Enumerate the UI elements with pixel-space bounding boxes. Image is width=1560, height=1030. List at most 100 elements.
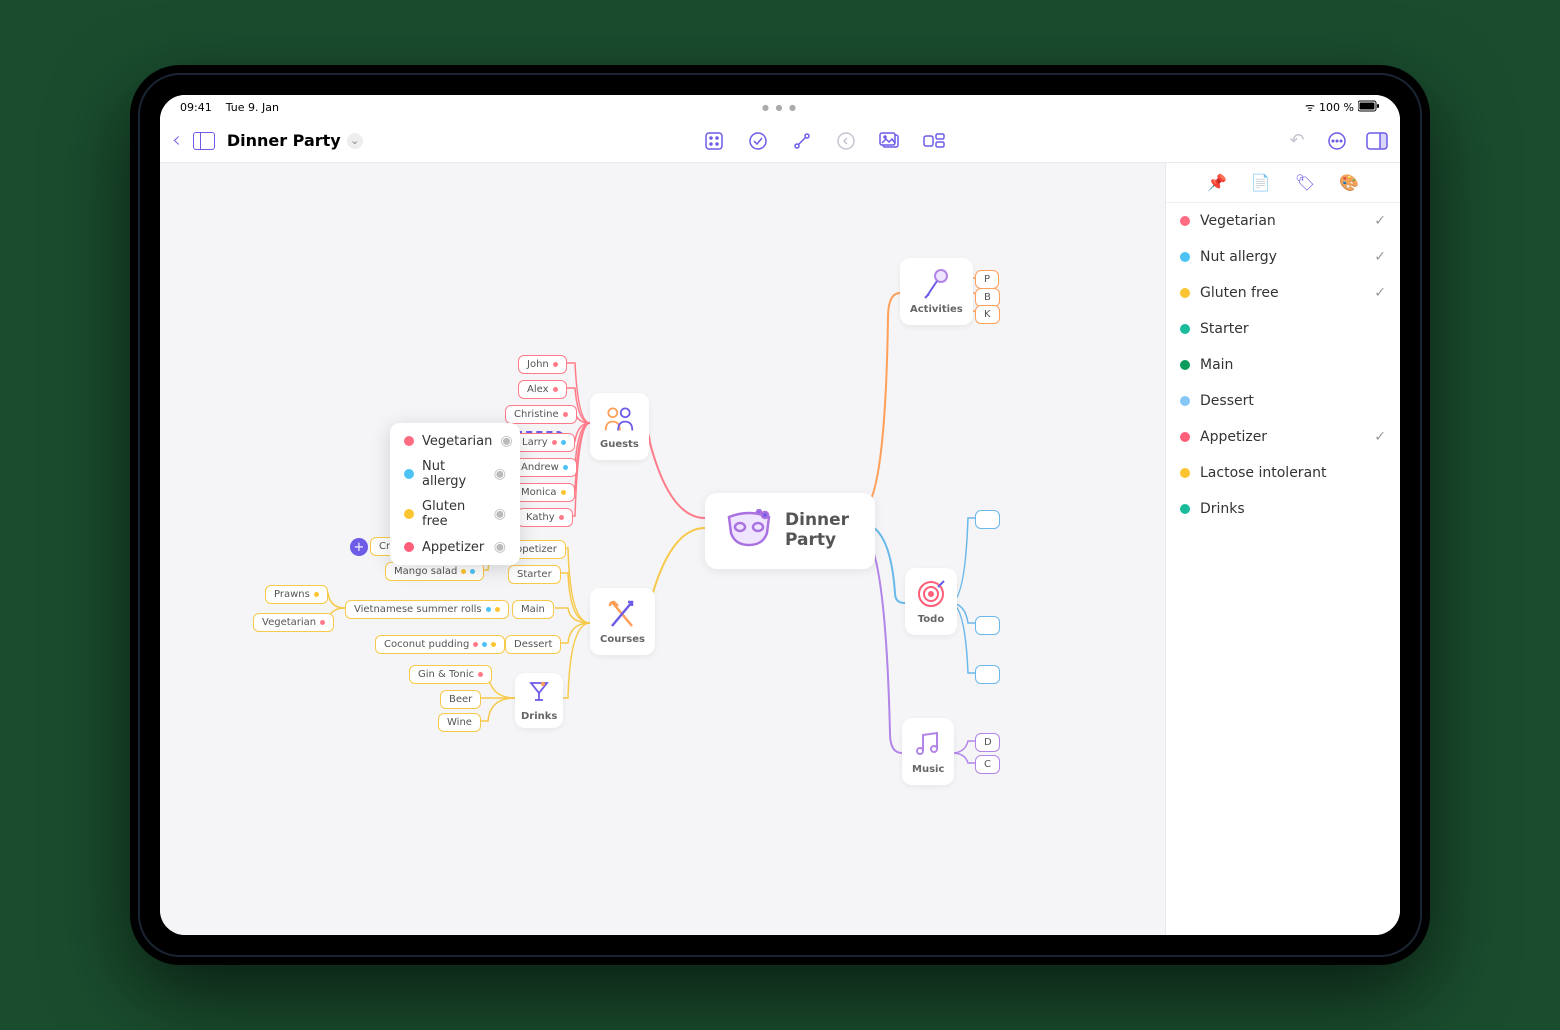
chevron-down-icon[interactable]: ⌄ xyxy=(347,133,363,149)
food-prawns[interactable]: Prawns xyxy=(265,585,328,604)
eye-icon[interactable]: ◉ xyxy=(494,506,506,522)
connection-lines xyxy=(160,163,1165,935)
activity-1[interactable]: P xyxy=(975,270,999,289)
tag-dessert[interactable]: Dessert xyxy=(1166,383,1400,419)
status-time-date: 09:41 Tue 9. Jan xyxy=(180,101,279,114)
todo-item-3[interactable] xyxy=(975,665,1000,684)
panel-tabs: 📌 📄 🏷 🎨 xyxy=(1166,163,1400,203)
content-area: Dinner Party Guests John Alex Christine … xyxy=(160,163,1400,935)
todo-label: Todo xyxy=(918,614,944,625)
activities-node[interactable]: Activities xyxy=(900,258,973,325)
music-item-1[interactable]: D xyxy=(975,733,1000,752)
tag-drinks[interactable]: Drinks xyxy=(1166,491,1400,527)
wifi-icon: ᯤ xyxy=(1305,100,1315,115)
drink-beer[interactable]: Beer xyxy=(440,690,481,709)
eye-icon[interactable]: ◉ xyxy=(494,539,506,555)
course-dessert[interactable]: Dessert xyxy=(505,635,561,654)
tag-popup[interactable]: Vegetarian◉ Nut allergy◉ Gluten free◉ Ap… xyxy=(390,423,520,565)
center-node[interactable]: Dinner Party xyxy=(705,493,875,569)
todo-item-1[interactable] xyxy=(975,510,1000,529)
activities-label: Activities xyxy=(910,304,963,315)
multitask-dots-icon: ● ● ● xyxy=(762,103,798,112)
battery-text: 100 % xyxy=(1319,101,1354,114)
mind-map-canvas[interactable]: Dinner Party Guests John Alex Christine … xyxy=(160,163,1165,935)
guest-kathy[interactable]: Kathy xyxy=(517,508,573,527)
todo-node[interactable]: Todo xyxy=(905,568,957,635)
add-node-button[interactable]: + xyxy=(350,538,368,556)
course-starter[interactable]: Starter xyxy=(508,565,561,584)
tag-lactose[interactable]: Lactose intolerant xyxy=(1166,455,1400,491)
target-icon xyxy=(915,578,947,610)
layout-icon[interactable] xyxy=(923,130,945,152)
status-time: 09:41 xyxy=(180,101,212,114)
popup-vegetarian[interactable]: Vegetarian◉ xyxy=(404,433,506,449)
music-node[interactable]: Music xyxy=(902,718,954,785)
mic-icon xyxy=(920,268,952,300)
focus-icon[interactable] xyxy=(703,130,725,152)
popup-nut[interactable]: Nut allergy◉ xyxy=(404,459,506,489)
guest-christine[interactable]: Christine xyxy=(505,405,577,424)
check-circle-icon[interactable] xyxy=(747,130,769,152)
undo-icon[interactable]: ↶ xyxy=(1286,130,1308,152)
tag-vegetarian[interactable]: Vegetarian✓ xyxy=(1166,203,1400,239)
image-icon[interactable] xyxy=(879,130,901,152)
check-icon: ✓ xyxy=(1374,249,1386,265)
guest-larry[interactable]: Larry xyxy=(513,433,575,452)
sidebar-toggle-icon[interactable] xyxy=(193,132,215,150)
mask-icon xyxy=(725,509,773,553)
food-summer-rolls[interactable]: Vietnamese summer rolls xyxy=(345,600,509,619)
toolbar-center xyxy=(375,130,1274,152)
activity-3[interactable]: K xyxy=(975,305,1000,324)
guests-node[interactable]: Guests xyxy=(590,393,649,460)
eye-icon[interactable]: ◉ xyxy=(500,433,512,449)
guest-alex[interactable]: Alex xyxy=(518,380,567,399)
music-item-2[interactable]: C xyxy=(975,755,1000,774)
back-nav-icon[interactable] xyxy=(835,130,857,152)
course-main[interactable]: Main xyxy=(512,600,554,619)
course-drinks[interactable]: Drinks xyxy=(515,673,563,728)
tag-nut[interactable]: Nut allergy✓ xyxy=(1166,239,1400,275)
guest-john[interactable]: John xyxy=(518,355,567,374)
toolbar-right: ↶ xyxy=(1286,130,1388,152)
palette-tab-icon[interactable]: 🎨 xyxy=(1339,173,1359,192)
courses-label: Courses xyxy=(600,634,645,645)
check-icon: ✓ xyxy=(1374,429,1386,445)
popup-appetizer[interactable]: Appetizer◉ xyxy=(404,539,506,555)
connection-icon[interactable] xyxy=(791,130,813,152)
side-panel: 📌 📄 🏷 🎨 Vegetarian✓ Nut allergy✓ Gluten … xyxy=(1165,163,1400,935)
right-panel-toggle-icon[interactable] xyxy=(1366,130,1388,152)
pin-tab-icon[interactable]: 📌 xyxy=(1207,173,1227,192)
page-title[interactable]: Dinner Party ⌄ xyxy=(227,131,363,150)
status-date: Tue 9. Jan xyxy=(226,101,279,114)
todo-item-2[interactable] xyxy=(975,616,1000,635)
music-icon xyxy=(912,728,944,760)
tablet-frame: 09:41 Tue 9. Jan ● ● ● ᯤ 100 % ‹ Dinner … xyxy=(130,65,1430,965)
tag-main[interactable]: Main xyxy=(1166,347,1400,383)
tag-gluten[interactable]: Gluten free✓ xyxy=(1166,275,1400,311)
people-icon xyxy=(603,403,635,435)
tag-starter[interactable]: Starter xyxy=(1166,311,1400,347)
food-vegetarian[interactable]: Vegetarian xyxy=(253,613,334,632)
courses-node[interactable]: Courses xyxy=(590,588,655,655)
drinks-label: Drinks xyxy=(521,711,557,722)
doc-tab-icon[interactable]: 📄 xyxy=(1251,173,1271,192)
guests-label: Guests xyxy=(600,439,639,450)
status-right: ᯤ 100 % xyxy=(1305,100,1380,115)
popup-gluten[interactable]: Gluten free◉ xyxy=(404,499,506,529)
drink-gin[interactable]: Gin & Tonic xyxy=(409,665,492,684)
tag-appetizer[interactable]: Appetizer✓ xyxy=(1166,419,1400,455)
toolbar-left: ‹ Dinner Party ⌄ xyxy=(172,128,363,153)
tag-tab-icon[interactable]: 🏷 xyxy=(1295,173,1315,192)
back-button[interactable]: ‹ xyxy=(172,128,181,153)
guest-andrew[interactable]: Andrew xyxy=(512,458,577,477)
food-pudding[interactable]: Coconut pudding xyxy=(375,635,505,654)
guest-monica[interactable]: Monica xyxy=(512,483,575,502)
eye-icon[interactable]: ◉ xyxy=(494,466,506,482)
check-icon: ✓ xyxy=(1374,213,1386,229)
more-icon[interactable] xyxy=(1326,130,1348,152)
status-bar: 09:41 Tue 9. Jan ● ● ● ᯤ 100 % xyxy=(160,95,1400,119)
tag-list: Vegetarian✓ Nut allergy✓ Gluten free✓ St… xyxy=(1166,203,1400,935)
toolbar: ‹ Dinner Party ⌄ ↶ xyxy=(160,119,1400,163)
drink-wine[interactable]: Wine xyxy=(438,713,481,732)
cocktail-icon xyxy=(527,679,551,707)
